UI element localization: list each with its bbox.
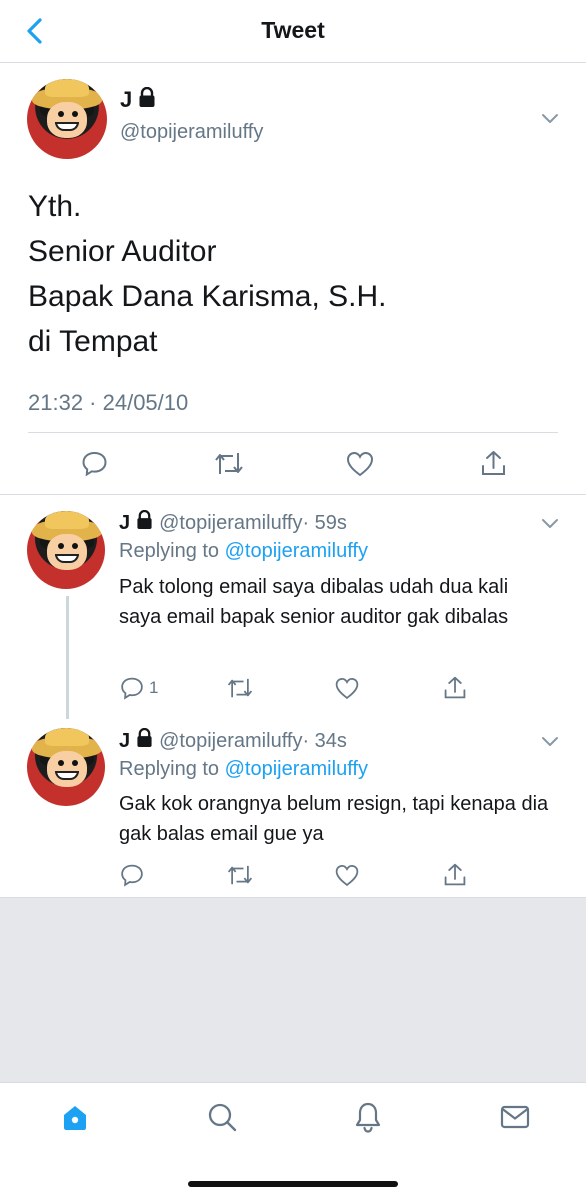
heart-icon: [335, 678, 359, 700]
avatar[interactable]: [27, 728, 105, 806]
lock-icon: [137, 728, 152, 747]
like-button[interactable]: [334, 859, 360, 891]
tweet-author-name[interactable]: J: [120, 87, 156, 113]
empty-timeline-area: [0, 897, 586, 1082]
divider: [28, 432, 558, 433]
share-icon: [444, 676, 466, 699]
reply-author-name[interactable]: J: [119, 728, 153, 752]
reply-button[interactable]: 1: [119, 672, 158, 704]
bell-icon: [355, 1102, 381, 1133]
share-button[interactable]: [442, 859, 468, 891]
lock-icon: [137, 510, 152, 529]
share-icon: [444, 863, 466, 886]
mail-icon: [500, 1105, 530, 1129]
lock-icon: [139, 87, 155, 107]
reply-author-handle[interactable]: @topijeramiluffy: [159, 512, 302, 534]
reply-tweet[interactable]: J @topijeramiluffy· 34s Replying to @topi…: [0, 714, 586, 897]
reply-tweet[interactable]: J @topijeramiluffy· 59s Replying to @topi…: [0, 496, 586, 714]
replying-to: Replying to @topijeramiluffy: [119, 540, 368, 562]
comment-icon: [121, 677, 143, 700]
reply-author-name[interactable]: J: [119, 510, 153, 534]
reply-text: Gak kok orangnya belum resign, tapi kena…: [119, 793, 549, 845]
reply-button[interactable]: [80, 447, 109, 479]
page-title: Tweet: [261, 17, 325, 43]
replying-to-link[interactable]: @topijeramiluffy: [225, 758, 368, 780]
retweet-icon: [227, 865, 253, 885]
retweet-icon: [227, 678, 253, 698]
tab-search[interactable]: [204, 1099, 240, 1135]
heart-icon: [335, 865, 359, 887]
tab-home[interactable]: [57, 1099, 93, 1135]
reply-actions: 1: [0, 672, 586, 700]
main-tweet: J @topijeramiluffy Yth. Senior Auditor B…: [0, 63, 586, 495]
replying-to-link[interactable]: @topijeramiluffy: [225, 540, 368, 562]
retweet-icon: [215, 452, 243, 474]
chevron-down-icon[interactable]: [540, 731, 560, 751]
reply-button[interactable]: [119, 859, 149, 891]
retweet-button[interactable]: [213, 447, 245, 479]
like-button[interactable]: [334, 672, 360, 704]
share-button[interactable]: [479, 447, 508, 479]
search-icon: [208, 1103, 237, 1132]
heart-icon: [346, 451, 374, 476]
tweet-text: Yth. Senior Auditor Bapak Dana Karisma, …: [28, 190, 387, 358]
avatar[interactable]: [27, 79, 107, 159]
tweet-actions: [0, 447, 586, 483]
reply-time: · 59s: [302, 512, 347, 534]
like-button[interactable]: [345, 447, 375, 479]
tweet-author-handle[interactable]: @topijeramiluffy: [120, 121, 263, 144]
tab-notifications[interactable]: [350, 1099, 386, 1135]
home-indicator[interactable]: [188, 1181, 398, 1187]
home-icon: [64, 1106, 86, 1130]
comment-icon: [82, 451, 107, 476]
share-button[interactable]: [442, 672, 468, 704]
reply-header: J @topijeramiluffy· 34s: [119, 728, 347, 753]
chevron-down-icon[interactable]: [540, 513, 560, 533]
author-name: J: [120, 87, 133, 112]
chevron-down-icon[interactable]: [540, 108, 560, 128]
share-icon: [482, 450, 505, 475]
comment-icon: [121, 864, 143, 887]
retweet-button[interactable]: [226, 859, 254, 891]
replying-to: Replying to @topijeramiluffy: [119, 758, 368, 780]
retweet-button[interactable]: [226, 672, 254, 704]
reply-count: 1: [149, 678, 159, 697]
tweet-timestamp: 21:32 · 24/05/10: [28, 390, 189, 415]
reply-header: J @topijeramiluffy· 59s: [119, 510, 347, 535]
reply-time: · 34s: [302, 730, 347, 752]
top-navigation-bar: Tweet: [0, 0, 586, 63]
avatar[interactable]: [27, 511, 105, 589]
reply-text: Pak tolong email saya dibalas udah dua k…: [119, 576, 509, 628]
tab-messages[interactable]: [497, 1099, 533, 1135]
reply-actions: [0, 859, 586, 887]
reply-author-handle[interactable]: @topijeramiluffy: [159, 730, 302, 752]
